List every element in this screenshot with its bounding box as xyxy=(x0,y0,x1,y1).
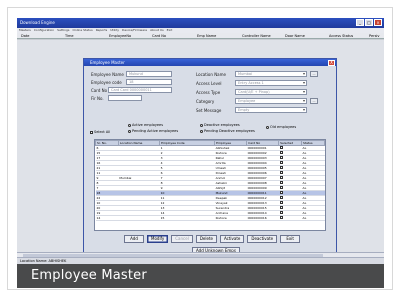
status-bar: Location Name: ABHISHEK xyxy=(17,257,384,264)
checkbox-icon[interactable] xyxy=(279,211,283,214)
table-cell: AL xyxy=(301,215,325,221)
filter-deactive-radio[interactable]: Deactive employees xyxy=(200,123,240,127)
radio-off-icon[interactable] xyxy=(200,129,203,133)
app-title-bar: Download Engine _ □ × xyxy=(17,18,384,28)
checkbox-icon[interactable] xyxy=(279,216,283,219)
category-select[interactable]: Employee xyxy=(235,98,307,104)
filter-pending-deactive-radio[interactable]: Pending Deactive employees xyxy=(200,129,255,133)
employee-name-label: Employee Name xyxy=(91,72,124,77)
checkbox-icon[interactable] xyxy=(279,181,283,184)
column-access-status[interactable]: Access Status xyxy=(329,33,353,39)
table-row[interactable]: 14 15 Kishore 0000000016 AL xyxy=(95,215,325,221)
column-persiv[interactable]: Persiv xyxy=(369,33,379,39)
filter-old-radio[interactable]: Old employees xyxy=(266,125,296,129)
checkbox-icon[interactable] xyxy=(279,206,283,209)
access-type-label: Access Type xyxy=(196,90,221,95)
filter-active-radio[interactable]: Active employees xyxy=(128,123,163,127)
activate-button[interactable]: Activate xyxy=(219,235,245,243)
checkbox-icon[interactable] xyxy=(279,196,283,199)
deactivate-button[interactable]: Deactivate xyxy=(247,235,278,243)
location-name-label: Location Name xyxy=(196,72,226,77)
checkbox-icon[interactable] xyxy=(279,186,283,189)
checkbox-icon[interactable] xyxy=(279,166,283,169)
employee-grid[interactable]: Sr. No. Location Name Employee Code Empl… xyxy=(94,139,326,231)
radio-on-icon[interactable] xyxy=(128,123,131,127)
column-date[interactable]: Date xyxy=(21,33,29,39)
app-title: Download Engine xyxy=(20,20,55,25)
location-add-button[interactable]: … xyxy=(310,71,318,77)
table-cell: Kishore xyxy=(214,215,247,221)
table-cell: 15 xyxy=(159,215,215,221)
dialog-close-icon[interactable]: X xyxy=(328,59,335,66)
checkbox-icon[interactable] xyxy=(279,156,283,159)
employee-code-input[interactable]: 18 xyxy=(126,79,172,85)
column-emp-name[interactable]: Emp Name xyxy=(197,33,216,39)
checkbox-icon[interactable] xyxy=(279,176,283,179)
dialog-title: Employee Master xyxy=(90,60,125,65)
table-cell: 14 xyxy=(95,215,119,221)
access-type-select[interactable]: Card(U/E + Pinop) xyxy=(235,89,307,95)
location-name-select[interactable]: Mumbai xyxy=(235,71,307,77)
caption-overlay: Employee Master xyxy=(17,264,384,288)
column-card-no[interactable]: Card No xyxy=(152,33,166,39)
close-window-icon[interactable]: × xyxy=(374,19,382,26)
checkbox-icon[interactable] xyxy=(279,191,283,194)
application-window: Download Engine _ □ × Masters Configurat… xyxy=(17,18,384,288)
card-no-label: Card No xyxy=(91,88,108,93)
set-message-label: Set Message xyxy=(196,108,222,113)
dialog-button-row: Add Modify Cancel Delete Activate Deacti… xyxy=(124,235,301,243)
table-cell: 0000000016 xyxy=(246,215,279,221)
cancel-button[interactable]: Cancel xyxy=(171,235,193,243)
set-message-select[interactable]: Empty xyxy=(235,107,307,113)
window-controls: _ □ × xyxy=(356,19,382,26)
column-door-name[interactable]: Door Name xyxy=(285,33,305,39)
category-label: Category xyxy=(196,99,215,104)
radio-off-icon[interactable] xyxy=(266,125,269,129)
column-time[interactable]: Time xyxy=(65,33,74,39)
access-level-select[interactable]: Entry Access 1 xyxy=(235,80,307,86)
modify-button[interactable]: Modify xyxy=(147,235,169,243)
category-add-button[interactable]: … xyxy=(310,98,318,104)
delete-button[interactable]: Delete xyxy=(195,235,217,243)
checkbox-icon[interactable] xyxy=(279,151,283,154)
select-all-box[interactable] xyxy=(90,130,93,134)
employee-name-input[interactable]: Mukund xyxy=(126,71,172,77)
checkbox-icon[interactable] xyxy=(279,171,283,174)
add-button[interactable]: Add xyxy=(124,235,144,243)
fir-no-input[interactable] xyxy=(108,95,142,101)
minimize-icon[interactable]: _ xyxy=(356,19,364,26)
select-all-checkbox[interactable]: Select All xyxy=(90,130,110,134)
exit-button[interactable]: Exit xyxy=(280,235,301,243)
row-select-checkbox[interactable] xyxy=(278,215,302,221)
fir-no-label: Fir No. xyxy=(91,96,104,101)
checkbox-icon[interactable] xyxy=(279,201,283,204)
employee-code-label: Employee code xyxy=(91,80,122,85)
filter-pending-active-radio[interactable]: Pending Active employees xyxy=(128,129,178,133)
radio-off-icon[interactable] xyxy=(200,123,203,127)
table-cell xyxy=(118,215,160,221)
access-level-label: Access Level xyxy=(196,81,222,86)
column-controller-name[interactable]: Controller Name xyxy=(242,33,271,39)
maximize-icon[interactable]: □ xyxy=(365,19,373,26)
employee-master-dialog: Employee Master X Employee Name Mukund E… xyxy=(83,58,337,258)
column-employee-no[interactable]: EmployeeNo xyxy=(109,33,131,39)
log-column-header: Date Time EmployeeNo Card No Emp Name Co… xyxy=(17,33,384,39)
checkbox-icon[interactable] xyxy=(279,161,283,164)
card-no-input[interactable]: Card Card 0000000011 xyxy=(108,87,172,93)
radio-off-icon[interactable] xyxy=(128,129,131,133)
checkbox-icon[interactable] xyxy=(279,146,283,149)
dialog-title-bar: Employee Master X xyxy=(84,59,336,66)
